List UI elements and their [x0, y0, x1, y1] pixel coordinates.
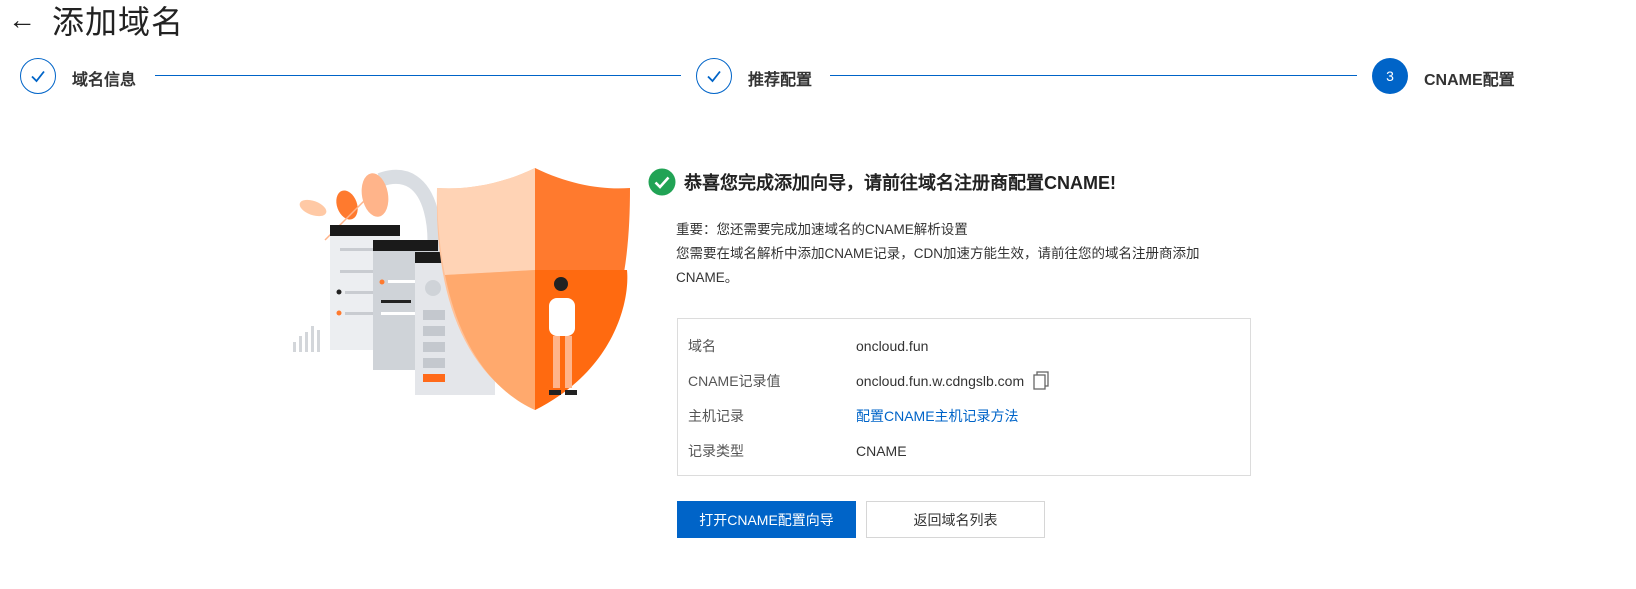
step-3-number: 3 — [1386, 68, 1394, 84]
cname-notes: 重要：您还需要完成加速域名的CNAME解析设置 您需要在域名解析中添加CNAME… — [676, 218, 1256, 290]
step-2-label: 推荐配置 — [748, 72, 813, 89]
info-row-cname: CNAME记录值 oncloud.fun.w.cdngslb.com — [678, 363, 1250, 398]
step-1-label: 域名信息 — [72, 72, 137, 89]
important-note: 重要：您还需要完成加速域名的CNAME解析设置 — [676, 222, 968, 237]
cname-label: CNAME记录值 — [688, 372, 781, 389]
instruction-note: 您需要在域名解析中添加CNAME记录，CDN加速方能生效，请前往您的域名注册商添… — [676, 246, 1200, 285]
step-3-label: CNAME配置 — [1424, 72, 1515, 89]
page-header: ← 添加域名 — [8, 0, 184, 40]
host-record-label: 主机记录 — [688, 407, 744, 424]
domain-label: 域名 — [688, 337, 716, 354]
info-row-type: 记录类型 CNAME — [678, 433, 1250, 468]
page-title: 添加域名 — [52, 4, 185, 40]
success-check-icon — [648, 168, 676, 196]
check-icon — [31, 70, 45, 83]
step-connector-2 — [830, 75, 1357, 76]
open-cname-wizard-button[interactable]: 打开CNAME配置向导 — [677, 501, 856, 538]
record-type-label: 记录类型 — [688, 442, 744, 459]
cname-info-table: 域名 oncloud.fun CNAME记录值 oncloud.fun.w.cd… — [677, 318, 1251, 476]
info-row-domain: 域名 oncloud.fun — [678, 328, 1250, 363]
cname-value-wrap: oncloud.fun.w.cdngslb.com — [856, 370, 1050, 391]
check-icon — [707, 70, 721, 83]
arrow-left-icon[interactable]: ← — [8, 5, 38, 35]
host-record-help-link[interactable]: 配置CNAME主机记录方法 — [856, 406, 1019, 426]
step-1-indicator — [20, 58, 56, 94]
domain-value: oncloud.fun — [856, 337, 929, 354]
success-title: 恭喜您完成添加向导，请前往域名注册商配置CNAME! — [684, 173, 1116, 193]
shield-illustration — [293, 168, 630, 410]
step-connector-1 — [155, 75, 681, 76]
info-row-host: 主机记录 配置CNAME主机记录方法 — [678, 398, 1250, 433]
back-to-domain-list-button[interactable]: 返回域名列表 — [866, 501, 1045, 538]
step-3-indicator: 3 — [1372, 58, 1408, 94]
step-progress: 域名信息 推荐配置 3 CNAME配置 — [20, 58, 1600, 98]
success-illustration — [285, 160, 635, 420]
copy-icon[interactable] — [1032, 370, 1050, 391]
success-heading: 恭喜您完成添加向导，请前往域名注册商配置CNAME! — [648, 168, 1116, 196]
record-type-value: CNAME — [856, 442, 907, 459]
step-2-indicator — [696, 58, 732, 94]
cname-value: oncloud.fun.w.cdngslb.com — [856, 372, 1025, 389]
